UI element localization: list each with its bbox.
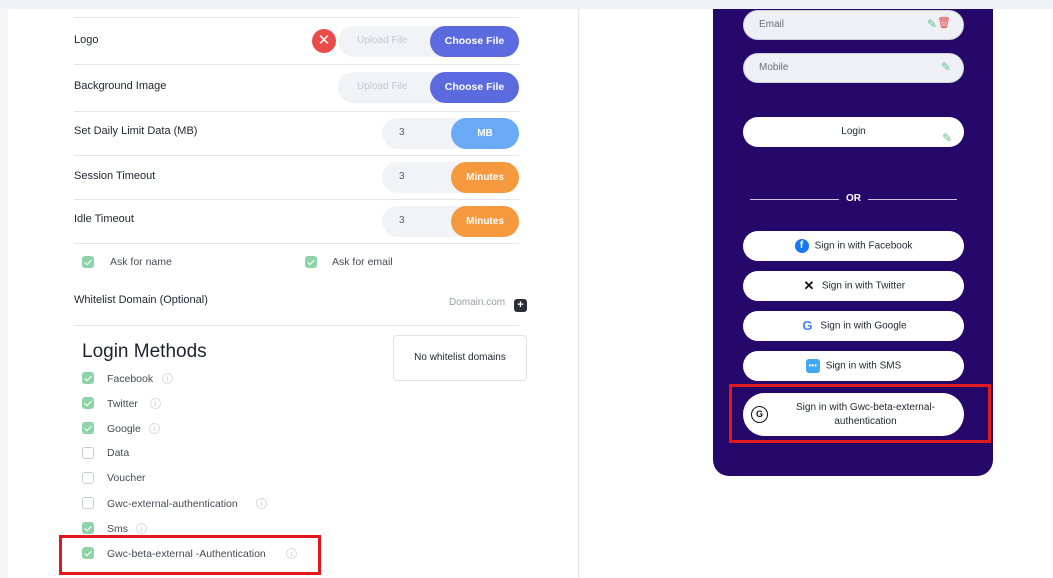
sms-icon: •••: [805, 359, 820, 373]
or-divider-right: [868, 199, 957, 200]
background-upload-group: Upload File Choose File: [338, 72, 519, 103]
ask-name-label: Ask for name: [110, 256, 172, 268]
session-timeout-input[interactable]: 3 Minutes: [382, 162, 519, 193]
sign-in-twitter-button[interactable]: ✕ Sign in with Twitter: [743, 271, 964, 301]
background-row: Background Image Upload File Choose File: [74, 65, 519, 112]
logo-upload-group: ✕ Upload File Choose File: [312, 26, 519, 57]
logo-row: Logo ✕ Upload File Choose File: [74, 17, 519, 65]
gwc-beta-button-highlight: [729, 384, 991, 443]
or-divider-left: [750, 199, 839, 200]
ask-email-label: Ask for email: [332, 256, 393, 268]
ask-email-checkbox[interactable]: [305, 256, 317, 268]
info-icon[interactable]: i: [136, 523, 147, 534]
mobile-field[interactable]: Mobile ✎: [743, 53, 964, 83]
background-label: Background Image: [74, 80, 167, 92]
logo-choose-file-button[interactable]: Choose File: [430, 26, 519, 57]
idle-timeout-label: Idle Timeout: [74, 213, 134, 225]
email-field[interactable]: Email ✎ 🗑: [743, 10, 964, 40]
facebook-label: Facebook: [107, 373, 154, 385]
twitter-checkbox[interactable]: [82, 397, 94, 409]
session-minutes-button[interactable]: Minutes: [451, 162, 519, 193]
gwc-external-label: Gwc-external-authentication: [107, 498, 238, 510]
data-label: Data: [107, 447, 130, 459]
email-field-label: Email: [759, 19, 785, 30]
daily-limit-label: Set Daily Limit Data (MB): [74, 125, 198, 137]
info-icon[interactable]: i: [149, 423, 160, 434]
gwc-external-checkbox[interactable]: [82, 497, 94, 509]
gwc-beta-option-highlight: [59, 535, 321, 575]
twitter-label: Twitter: [107, 398, 138, 410]
logo-upload-text: Upload File: [357, 35, 408, 46]
pencil-icon[interactable]: ✎: [941, 60, 951, 74]
daily-limit-input[interactable]: 3 MB: [382, 118, 519, 149]
top-strip: [0, 0, 1053, 9]
x-twitter-icon: ✕: [803, 278, 815, 293]
ask-row: Ask for name Ask for email: [74, 244, 519, 281]
plus-icon: +: [517, 299, 524, 311]
idle-timeout-row: Idle Timeout 3 Minutes: [74, 200, 519, 244]
idle-timeout-input[interactable]: 3 Minutes: [382, 206, 519, 237]
mb-unit-button[interactable]: MB: [451, 118, 519, 149]
whitelist-domain-input[interactable]: Domain.com: [449, 297, 505, 308]
daily-limit-value[interactable]: 3: [399, 127, 405, 138]
google-button-label: Sign in with Google: [820, 320, 907, 332]
login-button[interactable]: Login ✎: [743, 117, 964, 147]
twitter-button-label: Sign in with Twitter: [821, 280, 906, 292]
whitelist-domains-box: No whitelist domains: [393, 335, 527, 381]
daily-limit-row: Set Daily Limit Data (MB) 3 MB: [74, 112, 519, 156]
sms-button-label: Sign in with SMS: [825, 360, 902, 372]
remove-logo-button[interactable]: ✕: [312, 29, 336, 53]
facebook-icon: f: [794, 239, 809, 253]
voucher-checkbox[interactable]: [82, 472, 94, 484]
idle-timeout-value[interactable]: 3: [399, 215, 405, 226]
background-upload-text: Upload File: [357, 81, 408, 92]
sign-in-sms-button[interactable]: ••• Sign in with SMS: [743, 351, 964, 381]
sign-in-facebook-button[interactable]: f Sign in with Facebook: [743, 231, 964, 261]
idle-minutes-button[interactable]: Minutes: [451, 206, 519, 237]
background-choose-file-button[interactable]: Choose File: [430, 72, 519, 103]
info-icon[interactable]: i: [162, 373, 173, 384]
mobile-field-label: Mobile: [759, 62, 789, 73]
session-timeout-value[interactable]: 3: [399, 171, 405, 182]
facebook-checkbox[interactable]: [82, 372, 94, 384]
logo-label: Logo: [74, 34, 99, 46]
close-icon: ✕: [317, 32, 331, 49]
info-icon[interactable]: i: [150, 398, 161, 409]
google-icon: G: [802, 318, 813, 333]
or-divider-text: OR: [846, 193, 861, 204]
google-checkbox[interactable]: [82, 422, 94, 434]
add-domain-button[interactable]: +: [514, 299, 527, 312]
info-icon[interactable]: i: [256, 498, 267, 509]
sign-in-google-button[interactable]: G Sign in with Google: [743, 311, 964, 341]
voucher-label: Voucher: [107, 472, 146, 484]
data-checkbox[interactable]: [82, 447, 94, 459]
pencil-icon[interactable]: ✎: [927, 17, 937, 31]
trash-icon[interactable]: 🗑: [937, 16, 951, 29]
login-button-label: Login: [841, 126, 866, 137]
whitelist-label: Whitelist Domain (Optional): [74, 294, 208, 306]
sms-label: Sms: [107, 523, 128, 535]
session-timeout-row: Session Timeout 3 Minutes: [74, 156, 519, 200]
ask-name-checkbox[interactable]: [82, 256, 94, 268]
pencil-icon[interactable]: ✎: [942, 123, 952, 153]
google-label: Google: [107, 423, 141, 435]
sms-checkbox[interactable]: [82, 522, 94, 534]
facebook-button-label: Sign in with Facebook: [814, 240, 913, 252]
session-timeout-label: Session Timeout: [74, 170, 156, 182]
login-methods-title: Login Methods: [82, 341, 207, 362]
